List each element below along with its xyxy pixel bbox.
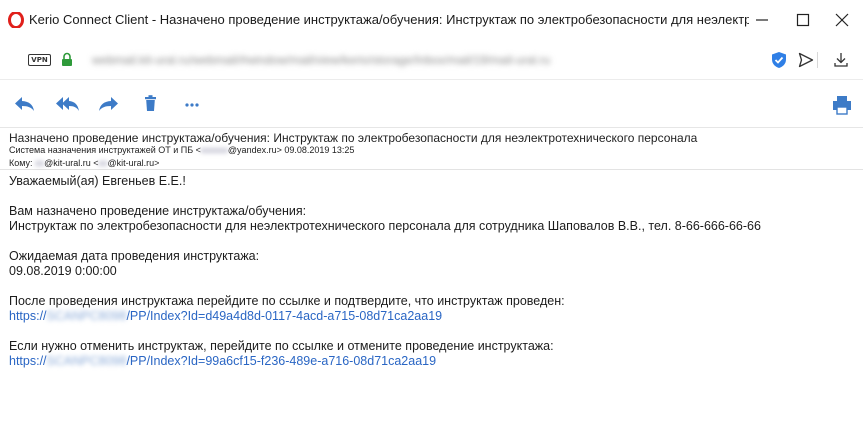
- confirm-link-path: /PP/Index?Id=d49a4d8d-0117-4acd-a715-08d…: [126, 309, 443, 323]
- message-to: Кому: xx@kit-ural.ru <xx@kit-ural.ru>: [9, 158, 159, 168]
- delete-button[interactable]: [142, 94, 168, 114]
- body-date-label: Ожидаемая дата проведения инструктажа:: [9, 249, 260, 263]
- sender-close-bracket: >: [276, 145, 282, 155]
- recipient-email-domain[interactable]: @kit-ural.ru: [108, 158, 155, 168]
- send-icon[interactable]: [797, 51, 815, 69]
- body-greeting: Уважаемый(ая) Евгеньев Е.Е.!: [9, 174, 186, 188]
- mail-toolbar: [0, 80, 863, 128]
- message-body: Уважаемый(ая) Евгеньев Е.Е.! Вам назначе…: [9, 174, 855, 369]
- sender-email-domain[interactable]: @yandex.ru: [228, 145, 277, 155]
- reply-button[interactable]: [12, 94, 38, 114]
- reply-all-icon: [56, 97, 79, 111]
- message-from: Система назначения инструктажей ОТ и ПБ …: [9, 145, 354, 155]
- body-assigned-detail: Инструктаж по электробезопасности для не…: [9, 219, 761, 233]
- url-field[interactable]: webmail.kit-ural.ru/webmail/#window/mail…: [92, 53, 742, 67]
- minimize-button[interactable]: [748, 6, 776, 34]
- recipient-close-bracket: >: [154, 158, 160, 168]
- recipient-open-bracket: <: [93, 158, 99, 168]
- window-title: Kerio Connect Client - Назначено проведе…: [29, 12, 749, 27]
- opera-logo-icon: [8, 11, 24, 29]
- cancel-link-host-hidden: SCANPC8098: [46, 354, 127, 368]
- confirm-link-prefix: https://: [9, 309, 47, 323]
- reply-icon: [15, 97, 34, 111]
- more-button[interactable]: [183, 94, 209, 114]
- recipient-name-hidden: xx: [35, 158, 45, 168]
- reply-all-button[interactable]: [55, 94, 81, 114]
- message-date: 09.08.2019 13:25: [284, 145, 355, 155]
- print-icon: [833, 96, 851, 115]
- body-assigned-intro: Вам назначено проведение инструктажа/обу…: [9, 204, 307, 218]
- confirm-link-host-hidden: SCANPC8098: [46, 309, 127, 323]
- cancel-link[interactable]: https://SCANPC8098/PP/Index?Id=99a6cf15-…: [9, 354, 436, 368]
- delete-icon: [145, 95, 156, 111]
- download-icon[interactable]: [832, 51, 850, 69]
- body-date-value: 09.08.2019 0:00:00: [9, 264, 117, 278]
- print-button[interactable]: [831, 94, 857, 115]
- recipient-name-domain[interactable]: @kit-ural.ru: [44, 158, 91, 168]
- message-header: Назначено проведение инструктажа/обучени…: [0, 128, 863, 170]
- close-button[interactable]: [828, 6, 856, 34]
- confirm-link[interactable]: https://SCANPC8098/PP/Index?Id=d49a4d8d-…: [9, 309, 442, 323]
- address-bar-divider: [817, 52, 818, 68]
- lock-icon[interactable]: [61, 52, 73, 72]
- forward-button[interactable]: [97, 94, 123, 114]
- sender-email-hidden: xxxxxx: [200, 145, 228, 155]
- to-label: Кому:: [9, 158, 33, 168]
- sender-name: Система назначения инструктажей ОТ и ПБ: [9, 145, 194, 155]
- cancel-link-prefix: https://: [9, 354, 47, 368]
- body-confirm-text: После проведения инструктажа перейдите п…: [9, 294, 565, 308]
- body-cancel-text: Если нужно отменить инструктаж, перейдит…: [9, 339, 554, 353]
- vpn-badge[interactable]: VPN: [28, 54, 51, 66]
- title-bar: Kerio Connect Client - Назначено проведе…: [0, 0, 863, 40]
- maximize-button[interactable]: [789, 6, 817, 34]
- shield-check-icon[interactable]: [770, 51, 788, 69]
- cancel-link-path: /PP/Index?Id=99a6cf15-f236-489e-a716-08d…: [126, 354, 437, 368]
- address-bar: VPN webmail.kit-ural.ru/webmail/#window/…: [0, 40, 863, 80]
- forward-icon: [99, 97, 118, 111]
- recipient-email-hidden: xx: [98, 158, 108, 168]
- more-icon: [185, 103, 199, 107]
- message-subject: Назначено проведение инструктажа/обучени…: [9, 131, 698, 145]
